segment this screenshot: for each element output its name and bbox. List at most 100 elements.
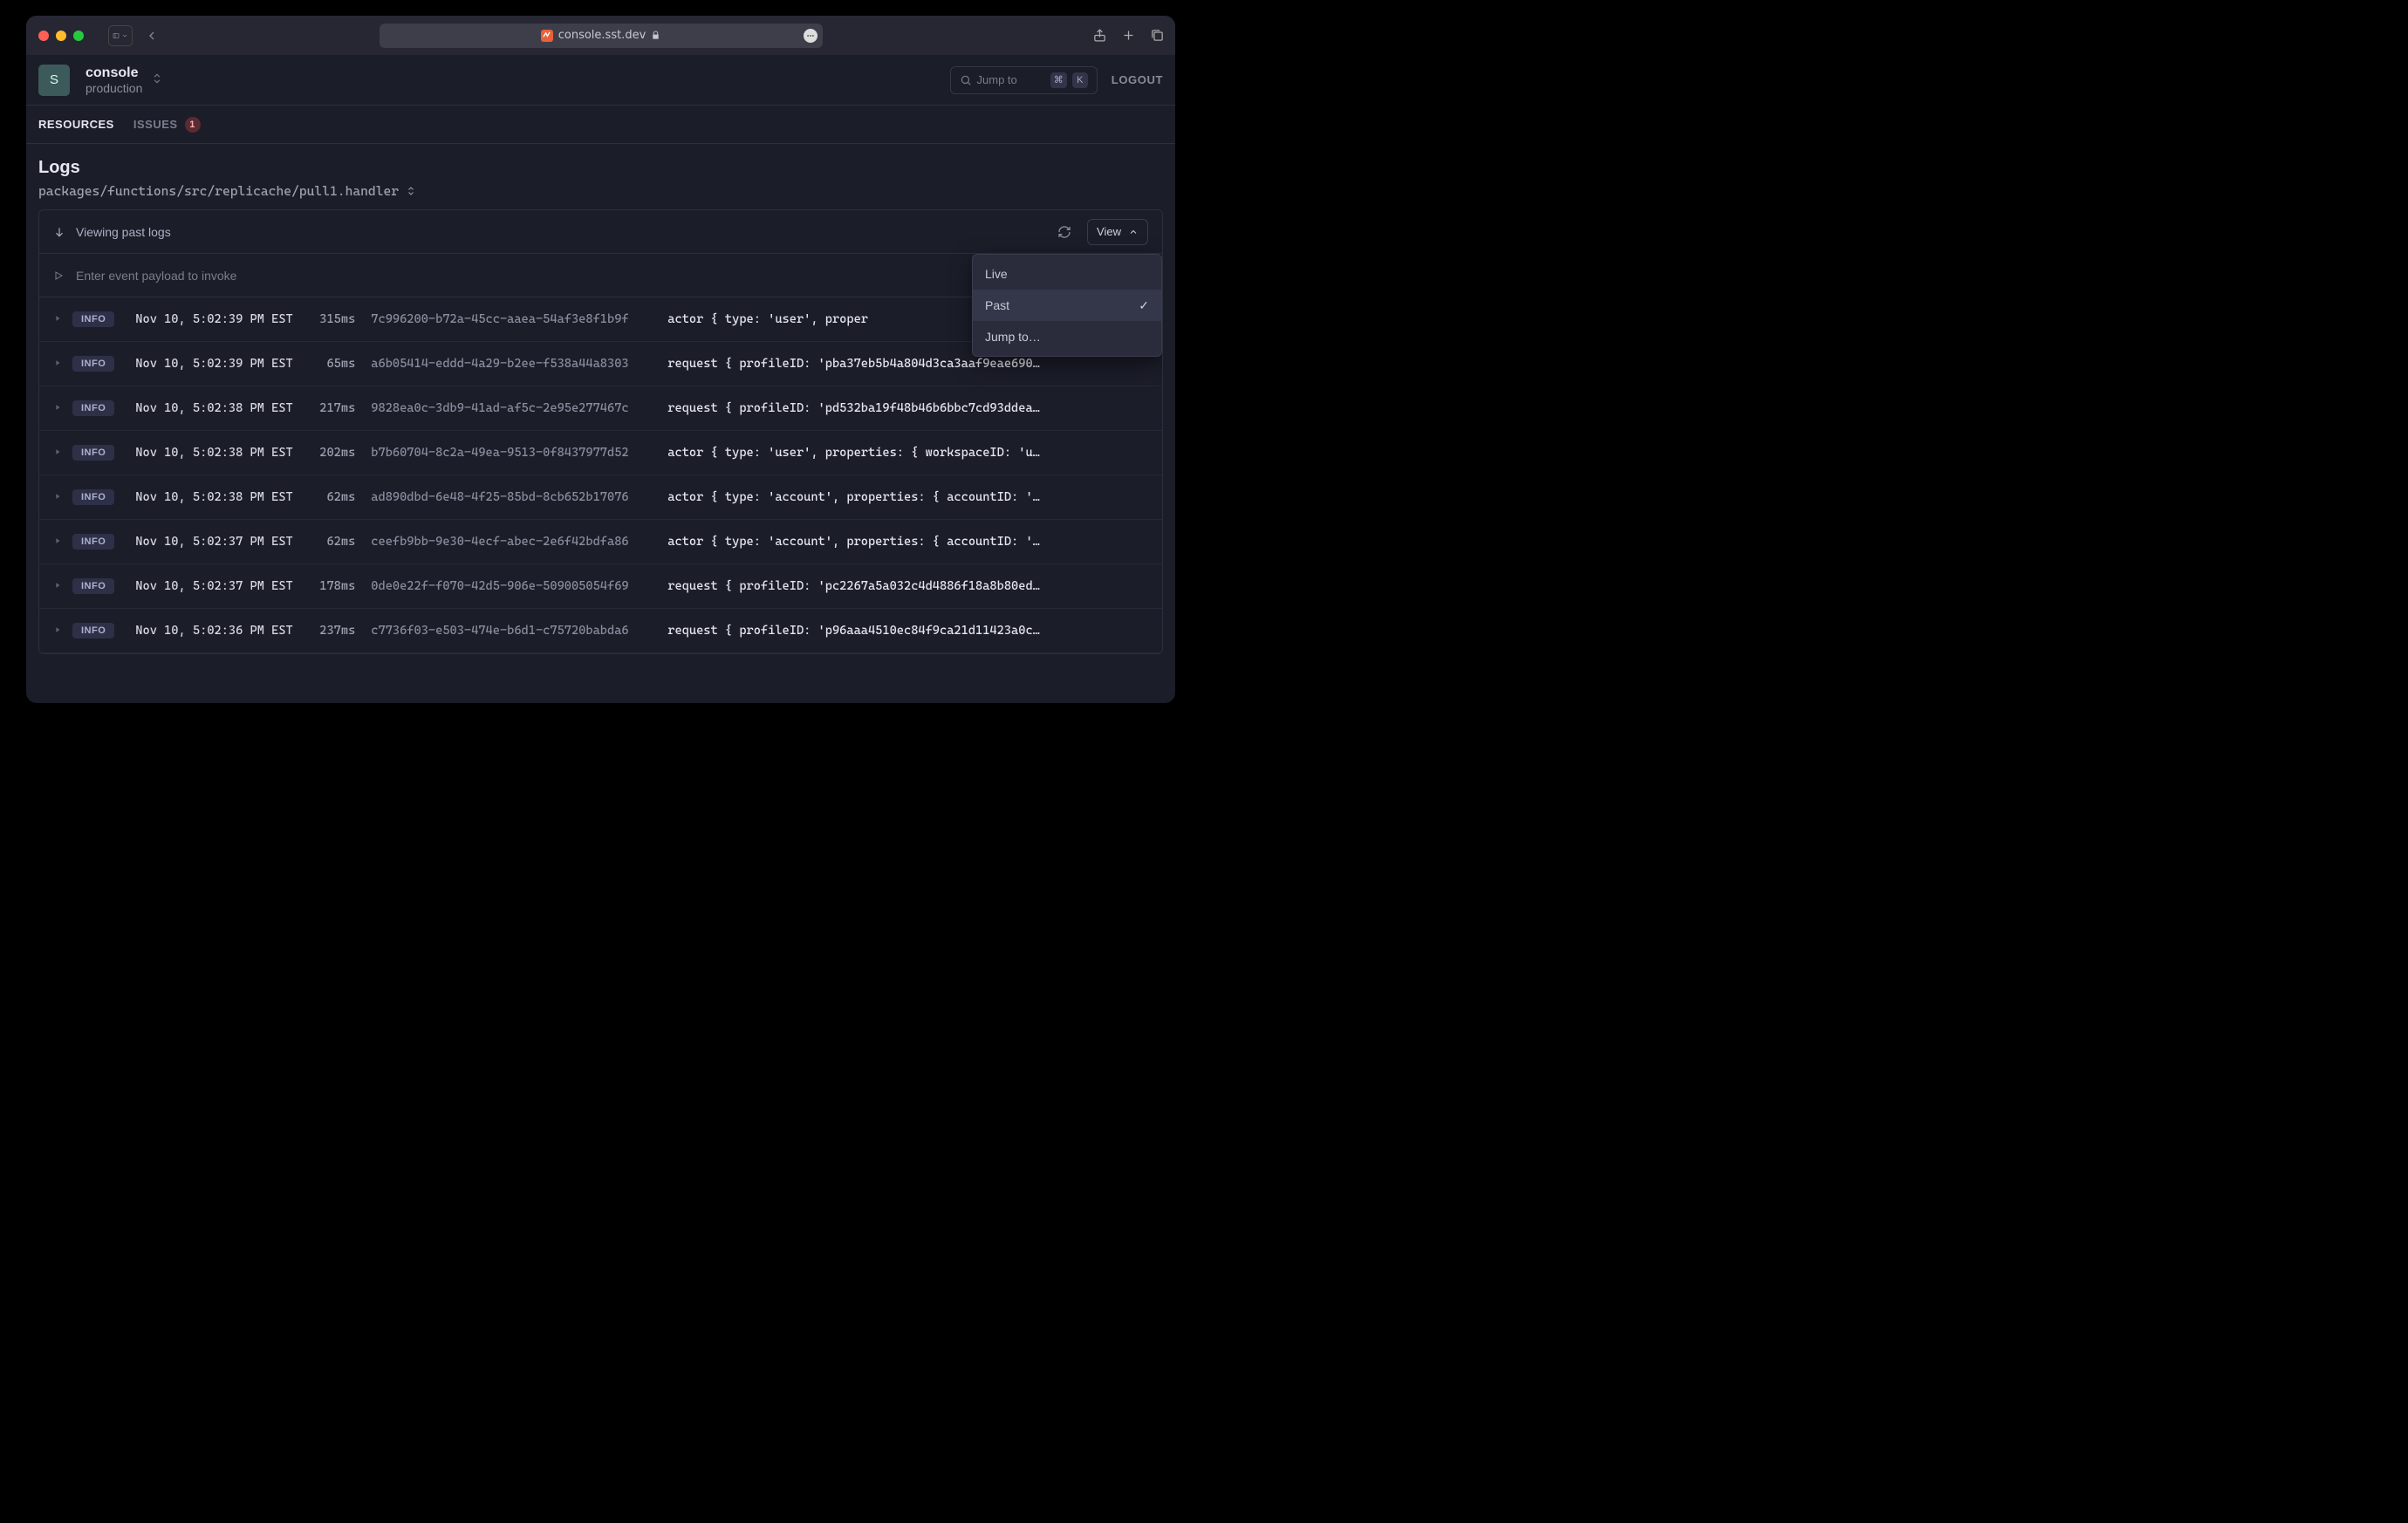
view-mode-label: View	[1097, 225, 1121, 238]
view-mode-button[interactable]: View	[1087, 219, 1148, 245]
tab-resources[interactable]: RESOURCES	[38, 118, 114, 131]
log-message: request { profileID: 'pd532ba19f48b46b6b…	[667, 401, 1148, 415]
log-request-id: b7b60704-8c2a-49ea-9513-0f8437977d52	[371, 446, 667, 460]
expand-caret-icon	[53, 312, 72, 326]
refresh-button[interactable]	[1052, 220, 1077, 244]
logout-button[interactable]: LOGOUT	[1112, 73, 1163, 86]
minimize-window-button[interactable]	[56, 31, 66, 41]
log-duration: 65ms	[301, 357, 371, 371]
chevron-left-icon	[145, 29, 159, 43]
view-dropdown-item[interactable]: Live	[973, 258, 1161, 290]
tab-overview-icon[interactable]	[1150, 28, 1165, 43]
log-request-id: 9828ea0c-3db9-41ad-af5c-2e95e277467c	[371, 401, 667, 415]
log-row[interactable]: INFO Nov 10, 5:02:37 PM EST62msceefb9bb-9…	[39, 520, 1162, 564]
panel-header: Viewing past logs View	[39, 210, 1162, 254]
jump-to-button[interactable]: Jump to ⌘ K	[950, 66, 1098, 94]
share-icon[interactable]	[1092, 28, 1107, 43]
function-path: packages/functions/src/replicache/pull1.…	[38, 183, 399, 199]
expand-caret-icon	[53, 357, 72, 371]
browser-titlebar: console.sst.dev	[26, 16, 1175, 55]
tab-resources-label: RESOURCES	[38, 118, 114, 131]
dropdown-item-label: Past	[985, 298, 1009, 312]
site-settings-button[interactable]	[804, 29, 817, 43]
view-mode-dropdown: Live Past✓ Jump to…	[972, 254, 1162, 357]
workspace-avatar-letter: S	[50, 72, 58, 87]
log-row[interactable]: INFONov 10, 5:02:37 PM EST178ms0de0e22f-…	[39, 564, 1162, 609]
view-dropdown-item[interactable]: Jump to…	[973, 321, 1161, 352]
log-duration: 202ms	[301, 446, 371, 460]
play-icon	[53, 270, 64, 281]
new-tab-icon[interactable]	[1121, 28, 1136, 43]
lock-icon	[651, 31, 660, 40]
back-button[interactable]	[140, 25, 164, 46]
chevron-updown-icon	[406, 185, 416, 197]
log-request-id: c7736f03-e503-474e-b6d1-c75720babda6	[371, 624, 667, 638]
expand-caret-icon	[53, 579, 72, 593]
log-timestamp: Nov 10, 5:02:39 PM EST	[135, 357, 301, 371]
log-timestamp: Nov 10, 5:02:37 PM EST	[135, 535, 301, 549]
log-row[interactable]: INFONov 10, 5:02:36 PM EST237msc7736f03-…	[39, 609, 1162, 653]
log-duration: 178ms	[301, 579, 371, 593]
issues-count-badge: 1	[185, 117, 201, 133]
kbd-mod: ⌘	[1050, 72, 1067, 88]
log-level-badge: INFO	[72, 534, 114, 550]
dropdown-item-label: Live	[985, 267, 1008, 281]
app-switcher[interactable]: console production	[86, 65, 142, 96]
log-request-id: ad890dbd-6e48-4f25-85bd-8cb652b17076	[371, 490, 667, 504]
log-timestamp: Nov 10, 5:02:38 PM EST	[135, 490, 301, 504]
log-timestamp: Nov 10, 5:02:36 PM EST	[135, 624, 301, 638]
search-icon	[960, 74, 972, 86]
maximize-window-button[interactable]	[73, 31, 84, 41]
tab-issues[interactable]: ISSUES 1	[133, 117, 201, 133]
log-level-badge: INFO	[72, 356, 114, 372]
site-favicon	[541, 30, 553, 42]
dropdown-item-label: Jump to…	[985, 330, 1041, 344]
expand-caret-icon	[53, 490, 72, 504]
arrow-down-icon	[53, 226, 65, 238]
nav-tabs: RESOURCES ISSUES 1	[26, 106, 1175, 144]
log-message: actor { type: 'account', properties: { a…	[667, 490, 1148, 504]
log-duration: 62ms	[301, 535, 371, 549]
log-row[interactable]: INFO Nov 10, 5:02:38 PM EST62msad890dbd-6…	[39, 475, 1162, 520]
log-row[interactable]: INFO Nov 10, 5:02:38 PM EST217ms9828ea0c-…	[39, 386, 1162, 431]
sidebar-icon	[113, 29, 120, 43]
chevron-up-icon	[1128, 227, 1139, 237]
log-level-badge: INFO	[72, 445, 114, 461]
expand-caret-icon	[53, 401, 72, 415]
function-path-selector[interactable]: packages/functions/src/replicache/pull1.…	[38, 183, 1163, 199]
close-window-button[interactable]	[38, 31, 49, 41]
address-bar[interactable]: console.sst.dev	[380, 24, 823, 48]
log-message: actor { type: 'account', properties: { a…	[667, 535, 1148, 549]
workspace-avatar[interactable]: S	[38, 65, 70, 96]
invoke-placeholder: Enter event payload to invoke	[76, 269, 236, 283]
url-host: console.sst.dev	[558, 29, 646, 42]
sst-icon	[543, 31, 551, 39]
expand-caret-icon	[53, 446, 72, 460]
sidebar-toggle-button[interactable]	[108, 25, 133, 46]
view-dropdown-item[interactable]: Past✓	[973, 290, 1161, 321]
log-row[interactable]: INFONov 10, 5:02:38 PM EST202msb7b60704-…	[39, 431, 1162, 475]
page-title: Logs	[38, 158, 1163, 178]
app-window: console.sst.dev S console production Jum…	[26, 16, 1175, 703]
log-duration: 315ms	[301, 312, 371, 326]
app-environment: production	[86, 81, 142, 96]
log-level-badge: INFO	[72, 400, 114, 416]
tab-issues-label: ISSUES	[133, 118, 178, 131]
log-timestamp: Nov 10, 5:02:38 PM EST	[135, 401, 301, 415]
log-level-badge: INFO	[72, 623, 114, 639]
log-message: request { profileID: 'pba37eb5b4a804d3ca…	[667, 357, 1148, 371]
log-duration: 62ms	[301, 490, 371, 504]
log-request-id: 0de0e22f-f070-42d5-906e-509005054f69	[371, 579, 667, 593]
log-request-id: 7c996200-b72a-45cc-aaea-54af3e8f1b9f	[371, 312, 667, 326]
log-level-badge: INFO	[72, 578, 114, 594]
log-message: actor { type: 'user', properties: { work…	[667, 446, 1148, 460]
log-message: request { profileID: 'pc2267a5a032c4d488…	[667, 579, 1148, 593]
log-message: request { profileID: 'p96aaa4510ec84f9ca…	[667, 624, 1148, 638]
log-level-badge: INFO	[72, 489, 114, 505]
log-request-id: ceefb9bb-9e30-4ecf-abec-2e6f42bdfa86	[371, 535, 667, 549]
traffic-lights	[38, 31, 84, 41]
panel-status-label: Viewing past logs	[76, 225, 171, 239]
log-duration: 217ms	[301, 401, 371, 415]
app-switcher-chevron	[151, 71, 163, 90]
log-request-id: a6b05414-eddd-4a29-b2ee-f538a44a8303	[371, 357, 667, 371]
